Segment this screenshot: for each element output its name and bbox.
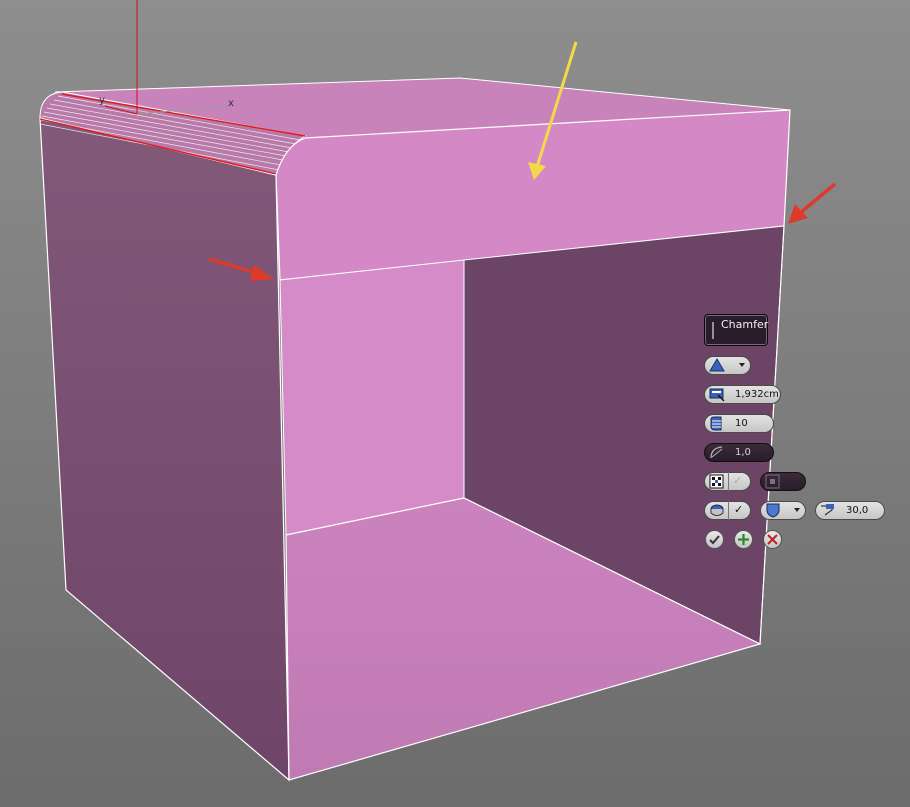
amount-icon <box>709 388 725 402</box>
gizmo-x-label: x <box>228 98 234 109</box>
chevron-down-icon <box>739 363 745 367</box>
shield-icon <box>766 503 780 518</box>
check-icon: ✓ <box>733 474 743 487</box>
cancel-x-icon <box>767 534 778 545</box>
caddy-title: Chamfer <box>721 318 769 331</box>
end-bias-toggle[interactable]: ✓ <box>704 472 751 491</box>
chamfer-amount-field[interactable]: 1,932cm <box>704 385 781 404</box>
apply-and-continue-button[interactable] <box>734 530 753 549</box>
apply-plus-icon <box>738 534 749 545</box>
inner-left-wall[interactable] <box>279 259 465 536</box>
threshold-icon <box>821 504 834 516</box>
smooth-type-dropdown[interactable] <box>760 501 806 520</box>
segments-field[interactable]: 10 <box>704 414 774 433</box>
ok-button[interactable] <box>705 530 724 549</box>
checker-patch-icon <box>709 474 724 489</box>
segments-icon <box>710 416 722 431</box>
smooth-icon <box>710 504 724 516</box>
cancel-button[interactable] <box>763 530 782 549</box>
inset-patch-toggle[interactable] <box>760 472 806 491</box>
triangle-icon <box>709 358 725 372</box>
chamfer-type-dropdown[interactable] <box>704 356 751 375</box>
caddy-drag-grip[interactable] <box>712 322 714 339</box>
ok-check-icon <box>709 535 720 545</box>
tension-value: 1,0 <box>735 447 751 458</box>
smooth-toggle[interactable]: ✓ <box>704 501 751 520</box>
smooth-threshold-field[interactable]: 30,0 <box>815 501 885 520</box>
caddy-title-bar[interactable]: Chamfer <box>704 314 768 346</box>
tension-icon <box>710 446 723 459</box>
segments-value: 10 <box>735 418 748 429</box>
chamfer-amount-value: 1,932cm <box>735 389 779 400</box>
tension-field[interactable]: 1,0 <box>704 443 774 462</box>
chevron-down-icon <box>794 508 800 512</box>
inset-patch-icon <box>765 474 780 489</box>
check-icon: ✓ <box>734 503 744 516</box>
smooth-threshold-value: 30,0 <box>846 505 869 516</box>
gizmo-y-label: y <box>99 95 105 106</box>
